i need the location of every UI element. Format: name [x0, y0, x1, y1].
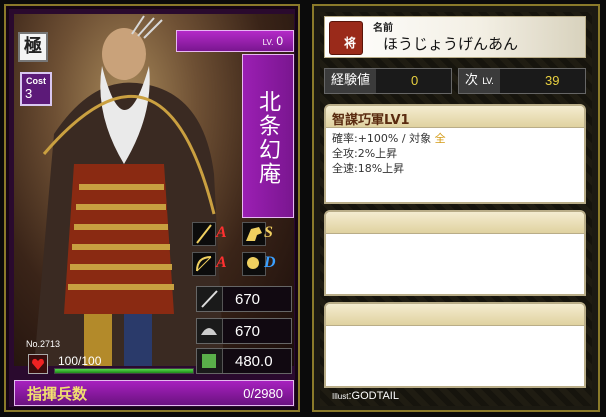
card-number-value: 2713: [40, 339, 61, 349]
hp-row: 100/100: [26, 352, 196, 376]
defense-stat: 670: [196, 318, 292, 344]
defense-value: 670: [235, 323, 261, 340]
skill-slot-3: [324, 302, 586, 388]
speed-value: 480.0: [235, 353, 273, 370]
helmet-icon: [197, 319, 223, 343]
level-tab: LV. 0: [176, 30, 294, 52]
info-inner: 将 名前 ほうじょうげんあん 経験値 0 次 LV. 39 智謀巧軍LV1 確率…: [320, 12, 592, 406]
bow-skill-icon: [192, 252, 216, 276]
scroll-icon: [197, 349, 223, 373]
skill-slot-2: [324, 210, 586, 296]
illust-label: Illust: [332, 392, 349, 401]
skill-title: 智謀巧軍LV1: [326, 106, 584, 128]
cost-value: 3: [25, 86, 33, 101]
siege-rank-mark: D: [264, 254, 276, 271]
cavalry-skill-icon: [242, 222, 266, 246]
attack-value: 670: [235, 291, 261, 308]
troops-label: 指揮兵数: [27, 385, 88, 403]
skill-slot-2-header: [326, 212, 584, 234]
card-info-panel: 将 名前 ほうじょうげんあん 経験値 0 次 LV. 39 智謀巧軍LV1 確率…: [312, 4, 600, 412]
next-level-box: 次 LV. 39: [458, 68, 586, 94]
attack-stat: 670: [196, 286, 292, 312]
illustrator-credit: Illust:GODTAIL: [332, 390, 399, 402]
cost-box: Cost 3: [20, 72, 52, 106]
next-lv-text: LV.: [482, 77, 495, 87]
skill-target-value: 全: [434, 132, 446, 145]
exp-box: 経験値 0: [324, 68, 452, 94]
hp-bar: [54, 368, 194, 374]
siege-skill-icon: [242, 252, 266, 276]
skill-rate-target: 確率:+100% / 対象: [332, 132, 435, 145]
general-card: 極 Cost 3 LV. 0 北条幻庵 A S A D 670 670 480.…: [4, 4, 300, 412]
bow-rank-mark: A: [216, 254, 227, 271]
troops-value: 0/2980: [243, 386, 283, 401]
cost-label: Cost: [26, 76, 46, 86]
next-label-text: 次: [465, 73, 479, 88]
skill-slot-3-header: [326, 304, 584, 326]
general-type-text: 将: [344, 36, 357, 50]
rarity-badge: 極: [18, 32, 48, 62]
exp-value: 0: [411, 73, 419, 88]
heart-icon: [28, 354, 48, 374]
next-value: 39: [545, 73, 560, 88]
next-label: 次 LV.: [459, 69, 501, 93]
speed-stat: 480.0: [196, 348, 292, 374]
general-type-icon: 将: [329, 21, 363, 55]
name-label: 名前: [373, 23, 393, 34]
skill-line-1: 確率:+100% / 対象 全: [332, 131, 578, 146]
level-value: 0: [276, 34, 283, 48]
illust-name: :GODTAIL: [348, 390, 399, 402]
skill-line-2: 全攻:2%上昇: [332, 147, 398, 160]
general-name: 北条幻庵: [242, 54, 294, 218]
skill-slot-1: 智謀巧軍LV1 確率:+100% / 対象 全 全攻:2%上昇 全速:18%上昇: [324, 104, 586, 204]
spear-skill-icon: [192, 222, 216, 246]
exp-label: 経験値: [325, 69, 377, 93]
name-reading: ほうじょうげんあん: [383, 35, 519, 53]
level-label: LV.: [262, 38, 274, 47]
cavalry-rank-mark: S: [264, 224, 273, 241]
card-number-label: No.: [26, 339, 41, 349]
sword-icon: [197, 287, 223, 311]
skill-description: 確率:+100% / 対象 全 全攻:2%上昇 全速:18%上昇: [326, 128, 584, 179]
spear-rank-mark: A: [216, 224, 227, 241]
troops-bar: 指揮兵数 0/2980: [14, 380, 294, 406]
name-block: 将 名前 ほうじょうげんあん: [324, 16, 586, 58]
hp-value: 100/100: [58, 354, 102, 368]
hp-bar-fill: [55, 369, 193, 373]
card-number: No.2713: [26, 339, 60, 349]
skill-line-3: 全速:18%上昇: [332, 162, 405, 175]
